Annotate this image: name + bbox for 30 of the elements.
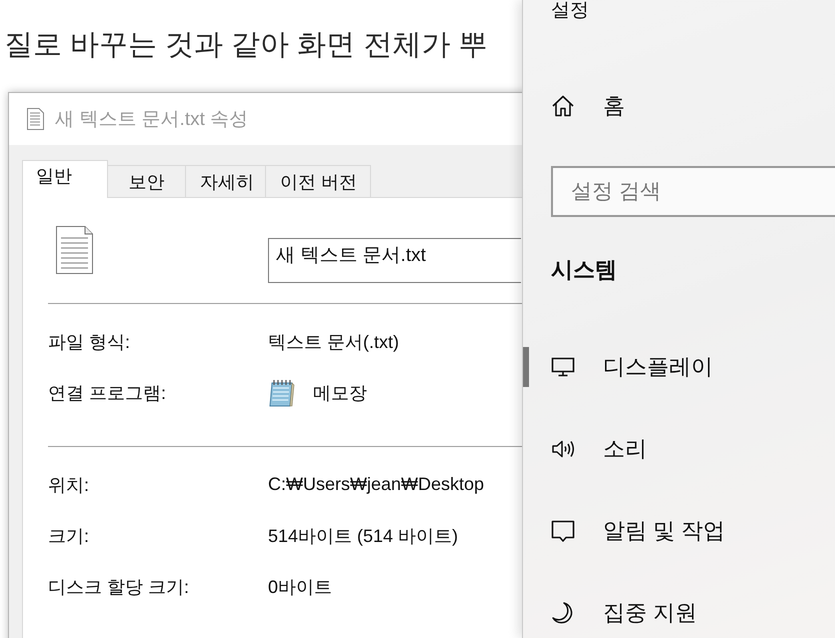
text-file-icon [56, 226, 93, 274]
monitor-icon [551, 355, 575, 379]
home-icon [551, 94, 575, 118]
nav-item[interactable]: 디스플레이 [523, 347, 835, 387]
property-value: C:₩Users₩jean₩Desktop [268, 474, 484, 495]
property-label: 디스크 할당 크기: [48, 576, 190, 598]
property-value: 메모장 [313, 382, 367, 404]
property-label: 크기: [48, 524, 90, 548]
tab[interactable]: 일반 [22, 160, 108, 198]
text-file-icon [27, 108, 44, 130]
tab[interactable]: 이전 버전 [265, 165, 371, 197]
app-title: 설정 [550, 0, 590, 22]
property-value: 텍스트 문서(.txt) [268, 330, 399, 354]
nav-item[interactable]: 소리 [523, 429, 835, 469]
property-label: 위치: [48, 474, 90, 496]
section-heading: 시스템 [550, 256, 618, 284]
speech-bubble-icon [551, 519, 575, 543]
property-value: 514바이트 (514 바이트) [268, 524, 458, 548]
nav-item[interactable]: 알림 및 작업 [523, 511, 835, 551]
property-value: 0바이트 [268, 576, 332, 598]
article-text: 질로 바꾸는 것과 같아 화면 전체가 뿌 [4, 28, 488, 63]
home-nav-item[interactable]: 홈 [523, 88, 835, 124]
nav-item[interactable]: 집중 지원 [523, 593, 835, 633]
notepad-icon [268, 378, 295, 406]
search-field[interactable]: 설정 검색 [551, 166, 835, 217]
window-title: 새 텍스트 문서.txt 속성 [55, 108, 248, 132]
file-name-field[interactable]: 새 텍스트 문서.txt [268, 238, 521, 282]
property-label: 연결 프로그램: [48, 382, 168, 404]
property-label: 파일 형식: [48, 330, 132, 354]
moon-icon [551, 601, 575, 625]
